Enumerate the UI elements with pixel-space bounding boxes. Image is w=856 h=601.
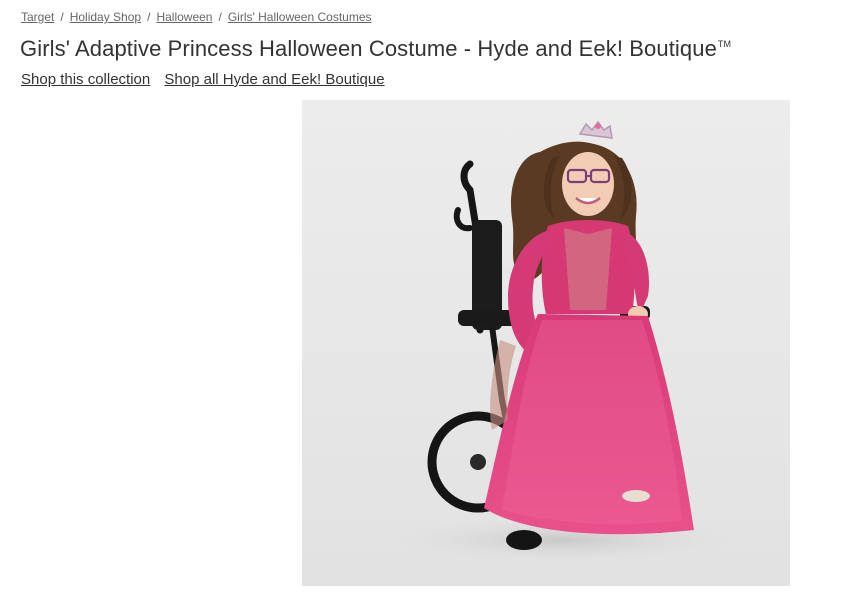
product-image[interactable] [302, 100, 790, 586]
breadcrumb-separator: / [60, 10, 64, 24]
breadcrumb-link-halloween[interactable]: Halloween [156, 10, 212, 24]
breadcrumb-link-girls-halloween-costumes[interactable]: Girls' Halloween Costumes [228, 10, 372, 24]
breadcrumb-separator: / [147, 10, 151, 24]
shop-all-brand-link[interactable]: Shop all Hyde and Eek! Boutique [164, 71, 384, 88]
breadcrumb-separator: / [218, 10, 222, 24]
trademark-mark: TM [717, 39, 732, 49]
product-photo-illustration [372, 120, 752, 566]
shop-collection-link[interactable]: Shop this collection [21, 71, 150, 88]
product-title-text: Girls' Adaptive Princess Halloween Costu… [20, 36, 717, 61]
breadcrumb: Target / Holiday Shop / Halloween / Girls' Hal… [21, 10, 372, 24]
breadcrumb-link-target[interactable]: Target [21, 10, 54, 24]
breadcrumb-link-holiday-shop[interactable]: Holiday Shop [70, 10, 141, 24]
brand-links: Shop this collection Shop all Hyde and E… [21, 71, 395, 88]
product-title: Girls' Adaptive Princess Halloween Costu… [20, 36, 731, 62]
